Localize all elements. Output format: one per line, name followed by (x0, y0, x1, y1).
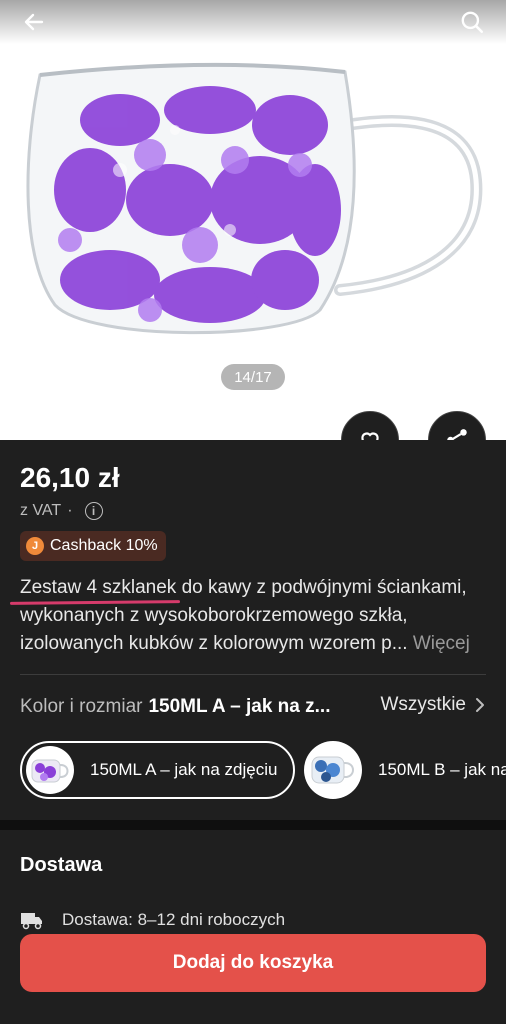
vat-label: z VAT (20, 502, 62, 519)
top-bar (0, 0, 506, 44)
variant-option-label: 150ML B – jak na zdjęciu (378, 760, 506, 779)
product-info: 26,10 zł z VAT · i J Cashback 10% Zestaw… (0, 440, 506, 820)
variant-thumbnail (304, 741, 362, 799)
product-title[interactable]: Zestaw 4 szklanek do kawy z podwójnymi ś… (20, 574, 486, 658)
add-to-cart-button[interactable]: Dodaj do koszyka (20, 934, 486, 992)
product-image[interactable] (0, 50, 506, 350)
delivery-section: Dostawa Dostawa: 8–12 dni roboczych (0, 830, 506, 1024)
image-counter: 14/17 (221, 364, 285, 390)
delivery-info[interactable]: Dostawa: 8–12 dni roboczych (20, 910, 285, 930)
info-icon[interactable]: i (84, 502, 103, 520)
vat-row: z VAT · i (20, 502, 103, 520)
variant-selector[interactable]: Kolor i rozmiar 150ML A – jak na z... Ws… (20, 694, 486, 720)
all-variants-label: Wszystkie (380, 694, 467, 715)
divider (20, 674, 486, 675)
delivery-text: Dostawa: 8–12 dni roboczych (62, 910, 286, 929)
truck-icon (21, 913, 42, 930)
variant-selected: 150ML A – jak na z... (148, 696, 331, 717)
price: 26,10 zł (20, 462, 120, 493)
cashback-icon: J (26, 537, 44, 555)
section-divider (0, 820, 506, 830)
variant-option-label: 150ML A – jak na zdjęciu (90, 760, 278, 779)
variant-options: 150ML A – jak na zdjęciu 150ML B – jak n… (20, 741, 506, 799)
product-gallery[interactable]: 14/17 (0, 0, 506, 440)
back-button[interactable] (16, 4, 52, 40)
chevron-right-icon (476, 698, 484, 712)
search-button[interactable] (454, 4, 490, 40)
cashback-label: Cashback 10% (50, 537, 158, 554)
arrow-left-icon (24, 13, 44, 31)
variant-option[interactable]: 150ML A – jak na zdjęciu (20, 741, 295, 799)
more-link[interactable]: Więcej (413, 633, 470, 654)
cashback-badge[interactable]: J Cashback 10% (20, 531, 166, 561)
all-variants-link[interactable]: Wszystkie (381, 694, 487, 716)
variant-thumbnail (26, 746, 74, 794)
vat-separator: · (67, 502, 73, 519)
variant-option[interactable]: 150ML B – jak na zdjęciu (304, 741, 506, 799)
search-icon (461, 11, 484, 34)
title-highlight: Zestaw 4 szklanek (20, 577, 177, 598)
variant-label: Kolor i rozmiar (20, 696, 143, 717)
delivery-title: Dostawa (20, 854, 103, 876)
